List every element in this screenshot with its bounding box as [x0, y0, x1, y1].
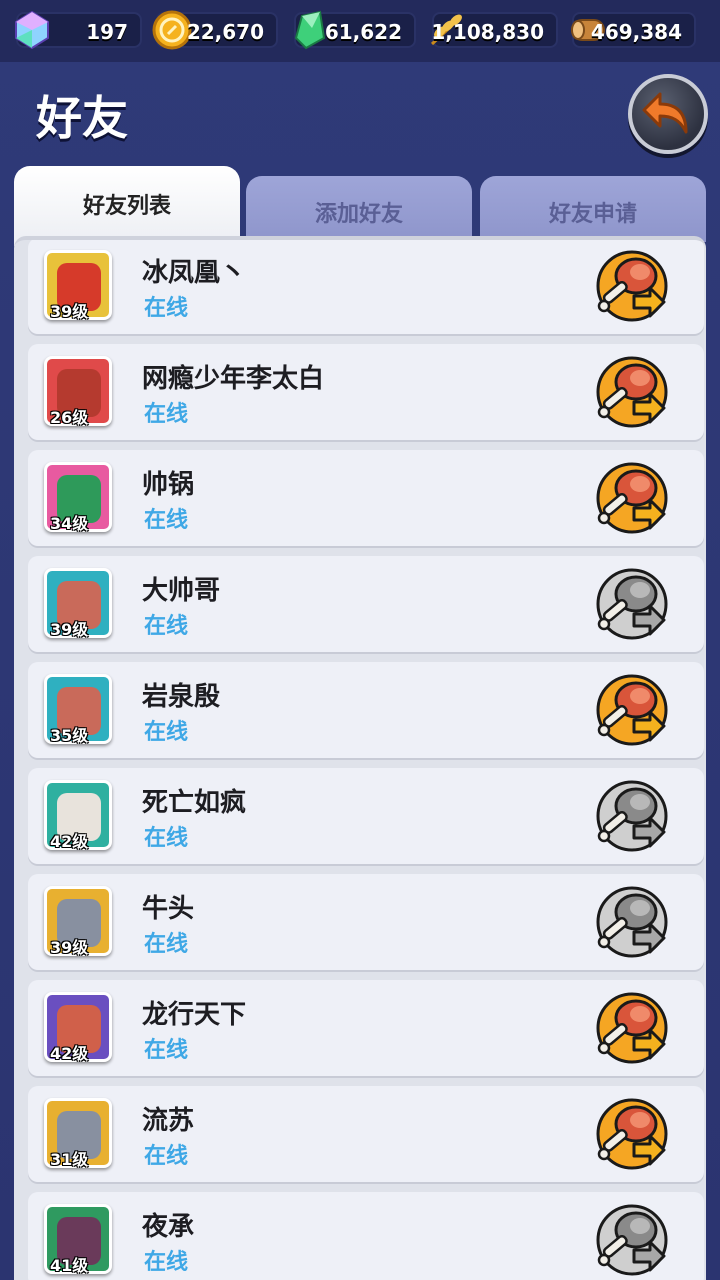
send-meat-gift-icon[interactable]: [594, 884, 670, 960]
list-item[interactable]: 34级 帅锅在线: [28, 450, 704, 546]
currency-bar: 197 22,670 61,622 1,108,830 469,384: [0, 0, 720, 62]
online-status: 在线: [144, 614, 189, 639]
level-badge: 42级: [50, 832, 89, 851]
send-meat-gift-icon[interactable]: [594, 1202, 670, 1278]
currency-value: 1,108,830: [431, 20, 544, 44]
level-badge: 39级: [50, 938, 89, 957]
back-arrow-icon: [642, 92, 688, 134]
friend-name: 岩泉殷: [142, 682, 221, 712]
online-status: 在线: [144, 932, 189, 957]
currency-crystal[interactable]: 61,622: [294, 10, 416, 50]
tab-label: 好友申请: [548, 202, 637, 227]
list-item[interactable]: 42级 死亡如疯在线: [28, 768, 704, 864]
currency-wheat[interactable]: 1,108,830: [430, 12, 558, 48]
send-meat-gift-icon[interactable]: [594, 1096, 670, 1172]
online-status: 在线: [144, 1038, 189, 1063]
friend-name: 流苏: [142, 1106, 195, 1136]
list-item[interactable]: 35级 岩泉殷在线: [28, 662, 704, 758]
level-badge: 42级: [50, 1044, 89, 1063]
level-badge: 34级: [50, 514, 89, 533]
friend-name: 冰凤凰丶: [142, 258, 247, 288]
send-meat-gift-icon[interactable]: [594, 354, 670, 430]
friend-name: 夜承: [142, 1212, 195, 1242]
online-status: 在线: [144, 508, 189, 533]
back-button[interactable]: [628, 74, 708, 154]
list-item[interactable]: 41级 夜承在线: [28, 1192, 704, 1280]
level-badge: 31级: [50, 1150, 89, 1169]
list-item[interactable]: 39级 大帅哥在线: [28, 556, 704, 652]
friend-name: 龙行天下: [142, 1000, 247, 1030]
list-item[interactable]: 42级 龙行天下在线: [28, 980, 704, 1076]
page-title: 好友: [36, 91, 128, 145]
tab-add-friend[interactable]: 添加好友: [246, 176, 472, 242]
level-badge: 39级: [50, 620, 89, 639]
list-item[interactable]: 39级 牛头在线: [28, 874, 704, 970]
currency-value: 469,384: [590, 20, 682, 44]
online-status: 在线: [144, 1144, 189, 1169]
send-meat-gift-icon[interactable]: [594, 248, 670, 324]
currency-value: 61,622: [324, 20, 402, 44]
currency-value: 22,670: [186, 20, 264, 44]
list-item[interactable]: 39级 冰凤凰丶在线: [28, 240, 704, 334]
send-meat-gift-icon[interactable]: [594, 778, 670, 854]
friend-name: 帅锅: [142, 470, 195, 500]
friend-name: 牛头: [142, 894, 195, 924]
gem-icon: [15, 10, 49, 50]
send-meat-gift-icon[interactable]: [594, 672, 670, 748]
online-status: 在线: [144, 296, 189, 321]
friend-name: 大帅哥: [142, 576, 221, 606]
tab-friend-requests[interactable]: 好友申请: [480, 176, 706, 242]
list-item[interactable]: 26级 网瘾少年李太白在线: [28, 344, 704, 440]
friend-name: 死亡如疯: [142, 788, 247, 818]
send-meat-gift-icon[interactable]: [594, 460, 670, 536]
tab-friend-list[interactable]: 好友列表: [14, 166, 240, 246]
friend-name: 网瘾少年李太白: [142, 364, 325, 394]
online-status: 在线: [144, 826, 189, 851]
currency-wood[interactable]: 469,384: [571, 12, 696, 48]
online-status: 在线: [144, 402, 189, 427]
tab-label: 添加好友: [314, 202, 403, 227]
currency-coin[interactable]: 22,670: [152, 10, 278, 50]
level-badge: 26级: [50, 408, 89, 427]
send-meat-gift-icon[interactable]: [594, 990, 670, 1066]
level-badge: 35级: [50, 726, 89, 745]
online-status: 在线: [144, 1250, 189, 1275]
online-status: 在线: [144, 720, 189, 745]
level-badge: 41级: [50, 1256, 89, 1275]
send-meat-gift-icon[interactable]: [594, 566, 670, 642]
currency-value: 197: [86, 20, 128, 44]
list-item[interactable]: 31级 流苏在线: [28, 1086, 704, 1182]
currency-gem[interactable]: 197: [15, 10, 142, 50]
friend-list-panel[interactable]: 39级 冰凤凰丶 在线 26级 网瘾少年李太白 在线 34级 帅锅 在线 39级 大帅哥 在线 35级岩…: [14, 236, 706, 1280]
tab-label: 好友列表: [82, 194, 171, 219]
level-badge: 39级: [50, 302, 89, 321]
